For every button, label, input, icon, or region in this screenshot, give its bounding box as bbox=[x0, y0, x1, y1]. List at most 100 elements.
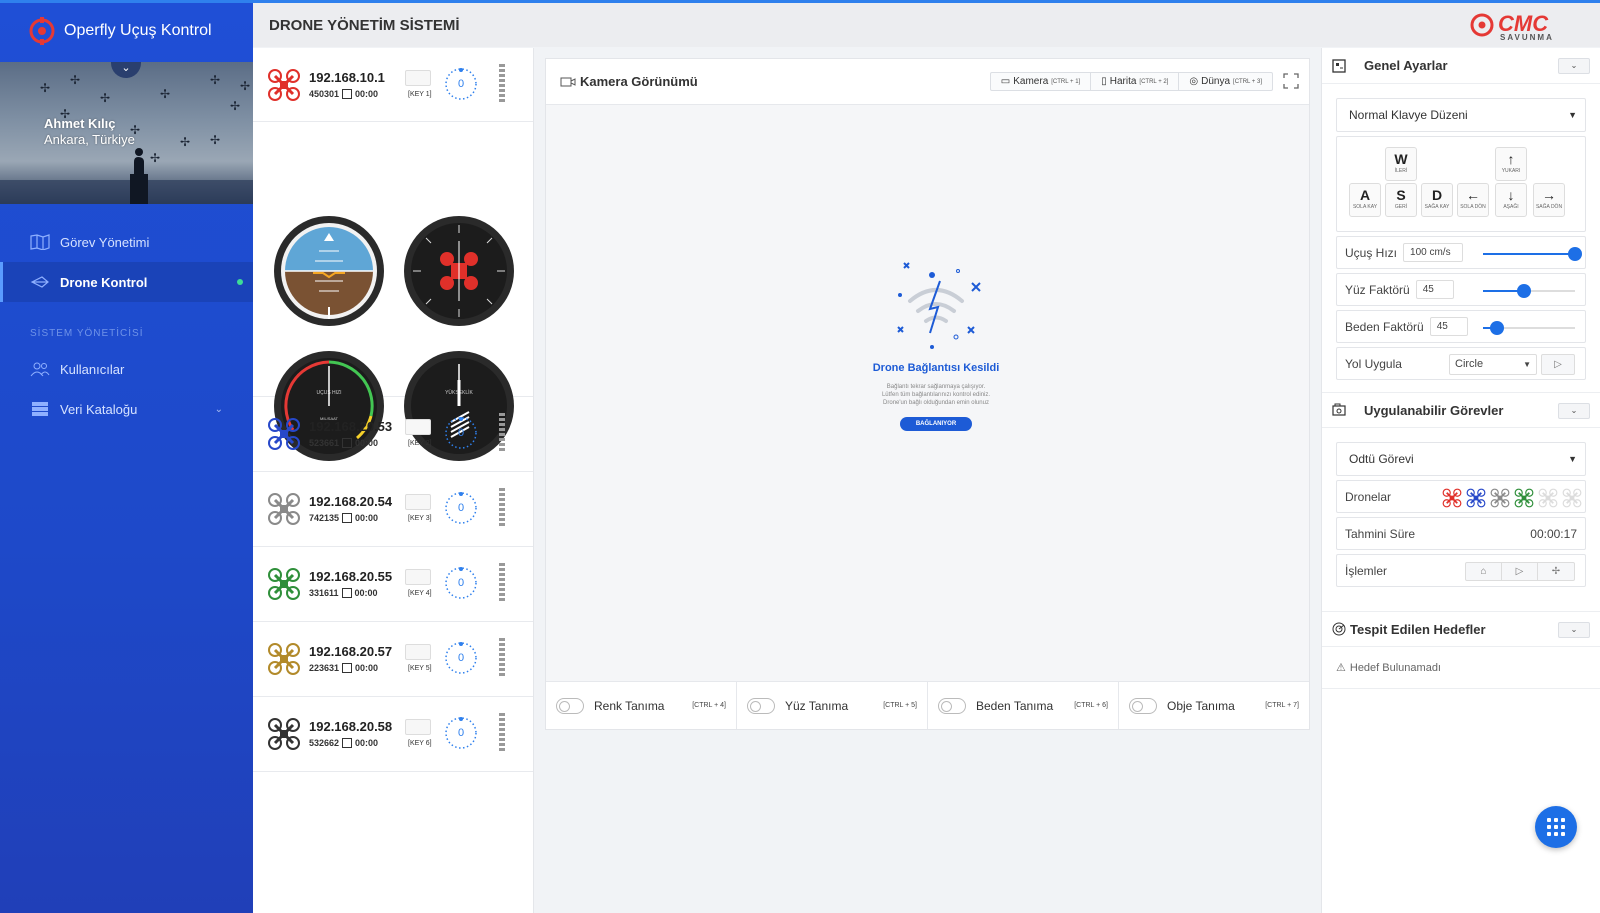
nav-item-drone-kontrol[interactable]: Drone Kontrol bbox=[0, 262, 253, 302]
drone-icon[interactable]: ✢ bbox=[1538, 563, 1574, 580]
svg-text:✢: ✢ bbox=[180, 135, 190, 149]
mini-drone-icon[interactable] bbox=[1489, 488, 1511, 511]
toggle-switch[interactable] bbox=[556, 697, 584, 714]
drone-row[interactable]: 192.168.20.58 532662 00:00 [KEY 6] 0 bbox=[253, 697, 533, 772]
mini-drone-icon[interactable] bbox=[1465, 488, 1487, 511]
globe-icon: ◎ bbox=[1189, 76, 1199, 87]
svg-text:✢: ✢ bbox=[210, 133, 220, 147]
face-factor-slider[interactable] bbox=[1483, 284, 1575, 298]
mini-drone-icon[interactable] bbox=[1537, 488, 1559, 511]
keyboard-layout-select[interactable]: Normal Klavye Düzeni ▼ bbox=[1336, 98, 1586, 132]
description-line: Bağlantı tekrar sağlanmaya çalışıyor. bbox=[886, 384, 986, 390]
home-icon[interactable]: ⌂ bbox=[1466, 563, 1502, 580]
tab-dunya[interactable]: ◎ Dünya [CTRL + 3] bbox=[1179, 73, 1272, 90]
drone-id: 532662 bbox=[309, 738, 340, 748]
attitude-indicator bbox=[274, 216, 384, 326]
toggle-switch[interactable] bbox=[938, 697, 966, 714]
play-icon[interactable]: ▷ bbox=[1502, 563, 1538, 580]
apps-menu-button[interactable] bbox=[1535, 806, 1577, 848]
camera-view: Drone Bağlantısı Kesildi Bağlantı tekrar… bbox=[546, 105, 1309, 683]
field-label: Tahmini Süre bbox=[1345, 526, 1416, 541]
mini-drone-icon[interactable] bbox=[1561, 488, 1583, 511]
drone-time: 00:00 bbox=[355, 738, 379, 748]
drone-key: [KEY 3] bbox=[408, 515, 432, 522]
flight-gauges: UÇUŞ HIZI MIL/SAAT YÜKSEKLİK bbox=[253, 122, 533, 461]
toggle-shortcut: [CTRL + 7] bbox=[1265, 702, 1299, 709]
body-factor-input[interactable]: 45 bbox=[1429, 317, 1468, 336]
nav-item-veri-katalogu[interactable]: Veri Kataloğu ⌄ bbox=[0, 389, 253, 429]
key-d[interactable]: D SAĞA KAY bbox=[1421, 183, 1453, 217]
drone-icon bbox=[267, 717, 301, 751]
key-turn-right[interactable]: → SAĞA DÖN bbox=[1533, 183, 1565, 217]
nav-item-gorev-yonetimi[interactable]: Görev Yönetimi bbox=[0, 222, 253, 262]
tab-kamera[interactable]: ▭ Kamera [CTRL + 1] bbox=[991, 73, 1092, 90]
mini-drone-icon[interactable] bbox=[1513, 488, 1535, 511]
face-factor-input[interactable]: 45 bbox=[1415, 280, 1454, 299]
profile-name: Ahmet Kılıç bbox=[44, 116, 116, 131]
drone-row[interactable]: 192.168.10.1 450301 00:00 [KEY 1] 0 bbox=[253, 48, 533, 122]
toggle-renk-tanima[interactable]: Renk Tanıma [CTRL + 4] bbox=[546, 682, 737, 729]
svg-text:✢: ✢ bbox=[210, 73, 220, 87]
drone-row[interactable]: 192.168.20.54 742135 00:00 [KEY 3] 0 bbox=[253, 472, 533, 547]
profile-banner: ⌄ ✢ ✢ ✢ ✢ ✢ ✢ ✢ ✢ ✢ ✢ ✢ ✢ Ahmet Kılıç Ankara, Tür… bbox=[0, 62, 253, 204]
mini-drone-icon[interactable] bbox=[1441, 488, 1463, 511]
key-a[interactable]: A SOLA KAY bbox=[1349, 183, 1381, 217]
svg-text:SAVUNMA: SAVUNMA bbox=[1500, 33, 1554, 42]
field-label: Yol Uygula bbox=[1345, 356, 1402, 371]
body-factor-slider[interactable] bbox=[1483, 321, 1575, 335]
users-icon bbox=[30, 362, 50, 377]
timer-icon bbox=[342, 513, 353, 523]
key-w[interactable]: W İLERİ bbox=[1385, 147, 1417, 181]
path-select[interactable]: Circle ▼ bbox=[1449, 354, 1537, 375]
key-turn-left[interactable]: ← SOLA DÖN bbox=[1457, 183, 1489, 217]
collapse-button[interactable]: ⌄ bbox=[1558, 622, 1590, 638]
toggle-switch[interactable] bbox=[747, 697, 775, 714]
fullscreen-icon[interactable] bbox=[1283, 73, 1299, 89]
drone-meta: 331611 00:00 bbox=[309, 588, 378, 598]
slider-knob[interactable] bbox=[1489, 321, 1504, 335]
signal-bars bbox=[499, 488, 505, 528]
connecting-button[interactable]: BAĞLANIYOR bbox=[899, 417, 973, 431]
drone-row[interactable]: 192.168.20.57 223631 00:00 [KEY 5] 0 bbox=[253, 622, 533, 697]
camera-header: Kamera Görünümü ▭ Kamera [CTRL + 1] ▯ Harit… bbox=[546, 59, 1309, 105]
toggle-switch[interactable] bbox=[1129, 697, 1157, 714]
drone-icon bbox=[267, 642, 301, 676]
key-desc: SAĞA DÖN bbox=[1535, 204, 1563, 210]
keyboard-icon bbox=[405, 569, 431, 585]
nav-item-kullanicilar[interactable]: Kullanıcılar bbox=[0, 349, 253, 389]
flight-speed-slider[interactable] bbox=[1483, 247, 1582, 261]
key-s[interactable]: S GERİ bbox=[1385, 183, 1417, 217]
slider-knob[interactable] bbox=[1568, 247, 1582, 261]
heading-ring: 0 bbox=[443, 66, 479, 102]
toggle-yuz-tanima[interactable]: Yüz Tanıma [CTRL + 5] bbox=[737, 682, 928, 729]
drone-row[interactable]: 192.168.20.53 523661 00:00 [KEY 2] 0 bbox=[253, 397, 533, 472]
flight-speed-input[interactable]: 100 cm/s bbox=[1403, 243, 1464, 262]
operations-row: İşlemler ⌂ ▷ ✢ bbox=[1336, 554, 1586, 587]
toggle-label: Beden Tanıma bbox=[976, 698, 1054, 713]
collapse-button[interactable]: ⌄ bbox=[1558, 58, 1590, 74]
svg-text:✢: ✢ bbox=[70, 73, 80, 87]
toggle-beden-tanima[interactable]: Beden Tanıma [CTRL + 6] bbox=[928, 682, 1119, 729]
arrow-up-icon: ↑ bbox=[1507, 151, 1515, 167]
signal-bars bbox=[499, 64, 505, 104]
key-up[interactable]: ↑ YUKARI bbox=[1495, 147, 1527, 181]
task-select[interactable]: Odtü Görevi ▼ bbox=[1336, 442, 1586, 476]
collapse-button[interactable]: ⌄ bbox=[1558, 403, 1590, 419]
slider-knob[interactable] bbox=[1517, 284, 1532, 298]
key-down[interactable]: ↓ AŞAĞI bbox=[1495, 183, 1527, 217]
toggle-shortcut: [CTRL + 5] bbox=[883, 702, 917, 709]
select-value: Normal Klavye Düzeni bbox=[1349, 108, 1468, 122]
brand[interactable]: Operfly Uçuş Kontrol bbox=[0, 0, 253, 62]
tab-shortcut: [CTRL + 3] bbox=[1233, 78, 1262, 85]
ring-value: 0 bbox=[457, 727, 465, 739]
keyboard-icon bbox=[405, 419, 431, 435]
assigned-drones bbox=[1441, 488, 1583, 511]
eta-value: 00:00:17 bbox=[1530, 526, 1577, 541]
drone-ip: 192.168.20.57 bbox=[309, 644, 393, 659]
tasks-header: Uygulanabilir Görevler ⌄ bbox=[1322, 392, 1600, 428]
description-line: Drone'un bağlı olduğundan emin olunuz bbox=[883, 400, 989, 406]
toggle-obje-tanima[interactable]: Obje Tanıma [CTRL + 7] bbox=[1119, 682, 1309, 729]
drone-row[interactable]: 192.168.20.55 331611 00:00 [KEY 4] 0 bbox=[253, 547, 533, 622]
tab-harita[interactable]: ▯ Harita [CTRL + 2] bbox=[1091, 73, 1180, 90]
apply-path-button[interactable]: ▷ bbox=[1541, 354, 1575, 375]
